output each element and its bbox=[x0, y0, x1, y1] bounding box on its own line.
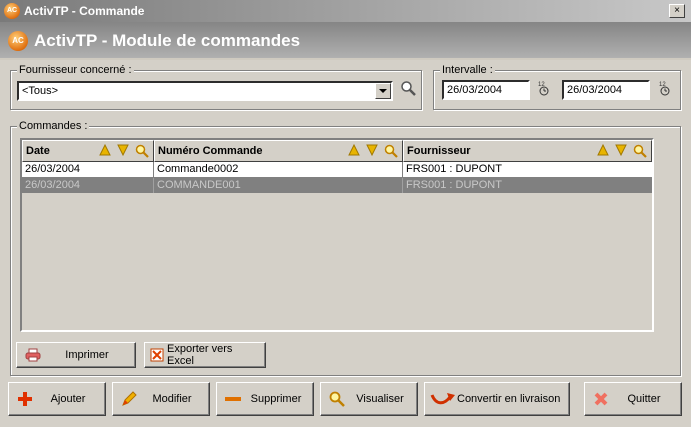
convert-to-delivery-button[interactable]: Convertir en livraison bbox=[424, 382, 570, 416]
column-header-supplier-label: Fournisseur bbox=[407, 145, 471, 157]
print-button-label: Imprimer bbox=[65, 349, 109, 361]
filter-search-icon[interactable] bbox=[135, 144, 149, 158]
table-row-selected[interactable]: 26/03/2004 COMMANDE001 FRS001 : DUPONT bbox=[22, 178, 652, 193]
table-cell-date: 26/03/2004 bbox=[22, 178, 154, 193]
delete-button[interactable]: Supprimer bbox=[216, 382, 314, 416]
date-to-field[interactable]: 26/03/2004 bbox=[562, 80, 650, 100]
quit-button-label: Quitter bbox=[627, 393, 661, 405]
sort-descending-icon[interactable] bbox=[615, 144, 627, 156]
supplier-label: Fournisseur concerné : bbox=[17, 64, 134, 76]
sort-descending-icon[interactable] bbox=[117, 144, 129, 156]
table-cell-supplier: FRS001 : DUPONT bbox=[406, 163, 502, 175]
app-logo-icon: AC bbox=[4, 3, 20, 19]
view-button[interactable]: Visualiser bbox=[320, 382, 418, 416]
quit-icon bbox=[591, 390, 611, 408]
sort-ascending-icon[interactable] bbox=[348, 144, 360, 156]
convert-to-delivery-button-label: Convertir en livraison bbox=[457, 393, 561, 405]
quit-button[interactable]: Quitter bbox=[584, 382, 682, 416]
window-titlebar: AC ActivTP - Commande × bbox=[0, 0, 691, 22]
magnifier-icon bbox=[327, 390, 347, 408]
date-from-value: 26/03/2004 bbox=[447, 84, 503, 96]
calendar-to-icon[interactable]: 12 bbox=[656, 79, 674, 97]
pencil-icon bbox=[119, 390, 139, 408]
add-button-label: Ajouter bbox=[50, 393, 86, 405]
plus-icon bbox=[15, 390, 35, 408]
column-header-order-number[interactable]: Numéro Commande bbox=[154, 140, 403, 162]
table-cell-supplier: FRS001 : DUPONT bbox=[406, 179, 502, 191]
sort-ascending-icon[interactable] bbox=[597, 144, 609, 156]
supplier-select-value: <Tous> bbox=[22, 85, 59, 97]
table-cell-order-number: COMMANDE001 bbox=[154, 178, 403, 193]
convert-arrow-icon bbox=[429, 390, 457, 408]
column-header-date-label: Date bbox=[26, 145, 50, 157]
window-title: ActivTP - Commande bbox=[24, 4, 145, 18]
filter-search-icon[interactable] bbox=[633, 144, 647, 158]
column-header-supplier[interactable]: Fournisseur bbox=[403, 140, 652, 162]
export-excel-button[interactable]: Exporter vers Excel bbox=[144, 342, 266, 368]
table-cell-date: 26/03/2004 bbox=[22, 162, 154, 177]
interval-group: Intervalle : 26/03/2004 12 26/03/2004 12 bbox=[433, 64, 681, 110]
module-header: AC ActivTP - Module de commandes bbox=[0, 22, 691, 60]
orders-table[interactable]: Date Numéro Commande Fournisseur 26/03/2… bbox=[20, 138, 654, 332]
print-button[interactable]: Imprimer bbox=[16, 342, 136, 368]
minus-icon bbox=[223, 390, 243, 408]
sort-descending-icon[interactable] bbox=[366, 144, 378, 156]
filter-search-icon[interactable] bbox=[384, 144, 398, 158]
column-header-date[interactable]: Date bbox=[22, 140, 154, 162]
module-title: ActivTP - Module de commandes bbox=[34, 31, 301, 50]
supplier-select[interactable]: <Tous> bbox=[17, 81, 393, 101]
edit-button-label: Modifier bbox=[152, 393, 192, 405]
date-to-value: 26/03/2004 bbox=[567, 84, 623, 96]
edit-button[interactable]: Modifier bbox=[112, 382, 210, 416]
search-supplier-icon[interactable] bbox=[399, 79, 417, 97]
export-excel-button-label: Exporter vers Excel bbox=[167, 343, 233, 367]
date-from-field[interactable]: 26/03/2004 bbox=[442, 80, 530, 100]
add-button[interactable]: Ajouter bbox=[8, 382, 106, 416]
orders-label: Commandes : bbox=[17, 120, 90, 132]
table-cell-order-number: Commande0002 bbox=[154, 162, 403, 177]
excel-export-icon bbox=[147, 346, 167, 364]
column-header-order-number-label: Numéro Commande bbox=[158, 145, 263, 157]
printer-icon bbox=[23, 346, 43, 364]
table-row[interactable]: 26/03/2004 Commande0002 FRS001 : DUPONT bbox=[22, 162, 652, 178]
delete-button-label: Supprimer bbox=[250, 393, 302, 405]
calendar-from-icon[interactable]: 12 bbox=[535, 79, 553, 97]
sort-ascending-icon[interactable] bbox=[99, 144, 111, 156]
chevron-down-icon[interactable] bbox=[375, 83, 391, 99]
interval-label: Intervalle : bbox=[440, 64, 495, 76]
supplier-group: Fournisseur concerné : <Tous> bbox=[10, 64, 422, 110]
view-button-label: Visualiser bbox=[356, 393, 404, 405]
module-logo-icon: AC bbox=[8, 31, 28, 51]
close-button[interactable]: × bbox=[669, 4, 685, 18]
